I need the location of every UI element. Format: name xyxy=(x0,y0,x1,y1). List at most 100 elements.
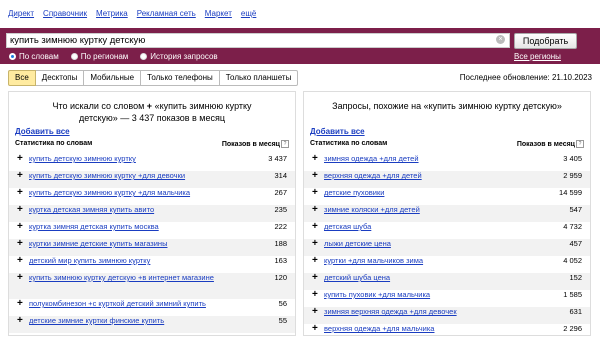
phrase-link[interactable]: детские зимние куртки финские купить xyxy=(29,316,255,325)
tab-phones-only[interactable]: Только телефоны xyxy=(141,70,220,86)
clear-icon[interactable]: × xyxy=(496,35,505,44)
add-phrase-icon[interactable]: + xyxy=(17,171,23,181)
phrase-link[interactable]: купить детскую зимнюю куртку +для мальчи… xyxy=(29,188,255,197)
nav-reference[interactable]: Справочник xyxy=(43,9,87,18)
phrase-link[interactable]: полукомбинезон +с курткой детский зимний… xyxy=(29,299,255,308)
add-phrase-icon[interactable]: + xyxy=(312,256,318,266)
device-tabs: Все Десктопы Мобильные Только телефоны Т… xyxy=(8,70,299,86)
phrase-link[interactable]: куртки +для мальчиков зима xyxy=(324,256,423,265)
impressions-count: 457 xyxy=(569,239,582,248)
table-row: + куртки зимние детские купить магазины 18… xyxy=(9,239,295,256)
phrase-link[interactable]: зимние коляски +для детей xyxy=(324,205,420,214)
impressions-count: 152 xyxy=(569,273,582,282)
impressions-count: 188 xyxy=(274,239,287,248)
add-all-link[interactable]: Добавить все xyxy=(310,127,365,136)
table-header: Статистика по словам Показов в месяц? xyxy=(15,140,289,148)
add-phrase-icon[interactable]: + xyxy=(312,290,318,300)
add-phrase-icon[interactable]: + xyxy=(312,307,318,317)
add-phrase-icon[interactable]: + xyxy=(17,273,23,283)
tab-all[interactable]: Все xyxy=(8,70,36,86)
tab-desktops[interactable]: Десктопы xyxy=(35,70,85,86)
add-phrase-icon[interactable]: + xyxy=(17,256,23,266)
pick-button[interactable]: Подобрать xyxy=(514,33,577,49)
mode-label: По регионам xyxy=(80,52,129,61)
mode-by-words[interactable]: По словам xyxy=(9,52,59,61)
col-count: Показов в месяц? xyxy=(517,140,584,148)
impressions-count: 55 xyxy=(278,316,287,325)
table-row: + куртка зимняя детская купить москва 222 xyxy=(9,222,295,239)
search-mode-group: По словам По регионам История запросов xyxy=(9,52,218,61)
phrase-link[interactable]: детская шуба xyxy=(324,222,371,231)
help-icon[interactable]: ? xyxy=(576,140,584,148)
add-phrase-icon[interactable]: + xyxy=(312,188,318,198)
col-count-label: Показов в месяц xyxy=(516,140,575,148)
top-nav: Директ Справочник Метрика Рекламная сеть… xyxy=(8,9,256,18)
regions-link[interactable]: Все регионы xyxy=(514,52,561,61)
nav-more[interactable]: ещё xyxy=(241,9,256,18)
table-row: + верхняя одежда +для детей 2 959 xyxy=(304,171,590,188)
search-input[interactable]: купить зимнюю куртку детскую × xyxy=(6,33,510,48)
add-phrase-icon[interactable]: + xyxy=(312,273,318,283)
impressions-count: 120 xyxy=(274,273,287,282)
nav-ad-network[interactable]: Рекламная сеть xyxy=(137,9,196,18)
phrase-link[interactable]: купить зимнюю куртку детскую +в интернет… xyxy=(29,273,255,282)
add-phrase-icon[interactable]: + xyxy=(312,239,318,249)
phrase-link[interactable]: зимняя верхняя одежда +для девочек xyxy=(324,307,457,316)
phrase-link[interactable]: купить детскую зимнюю куртку xyxy=(29,154,255,163)
phrase-link[interactable]: купить пуховик +для мальчика xyxy=(324,290,430,299)
table-row: + детские зимние куртки финские купить 55 xyxy=(9,316,295,333)
tab-tablets-only[interactable]: Только планшеты xyxy=(219,70,299,86)
add-phrase-icon[interactable]: + xyxy=(17,299,23,309)
phrase-link[interactable]: куртки зимние детские купить магазины xyxy=(29,239,255,248)
impressions-count: 1 585 xyxy=(563,290,582,299)
impressions-count: 222 xyxy=(274,222,287,231)
add-phrase-icon[interactable]: + xyxy=(17,239,23,249)
table-row: + купить детскую зимнюю куртку +для мальч… xyxy=(9,188,295,205)
add-phrase-icon[interactable]: + xyxy=(17,316,23,326)
phrase-link[interactable]: зимняя одежда +для детей xyxy=(324,154,419,163)
table-row: + зимние коляски +для детей 547 xyxy=(304,205,590,222)
phrase-link[interactable]: куртка детская зимняя купить авито xyxy=(29,205,255,214)
add-phrase-icon[interactable]: + xyxy=(17,188,23,198)
phrase-link[interactable]: детские пуховики xyxy=(324,188,384,197)
help-icon[interactable]: ? xyxy=(281,140,289,148)
phrase-link[interactable]: лыжи детские цена xyxy=(324,239,391,248)
right-panel: Запросы, похожие на «купить зимнюю куртк… xyxy=(303,91,591,336)
impressions-count: 631 xyxy=(569,307,582,316)
col-phrase: Статистика по словам xyxy=(15,140,93,147)
last-updated: Последнее обновление: 21.10.2023 xyxy=(459,73,592,82)
phrase-link[interactable]: детский мир купить зимнюю куртку xyxy=(29,256,255,265)
table-row: + детские пуховики 14 599 xyxy=(304,188,590,205)
nav-metrika[interactable]: Метрика xyxy=(96,9,128,18)
phrase-link[interactable]: верхняя одежда +для детей xyxy=(324,171,422,180)
nav-market[interactable]: Маркет xyxy=(205,9,232,18)
mode-history[interactable]: История запросов xyxy=(140,52,218,61)
impressions-count: 267 xyxy=(274,188,287,197)
impressions-count: 163 xyxy=(274,256,287,265)
add-phrase-icon[interactable]: + xyxy=(17,222,23,232)
radio-icon xyxy=(140,53,148,60)
table-row: + зимняя одежда +для детей 3 405 xyxy=(304,154,590,171)
add-phrase-icon[interactable]: + xyxy=(312,171,318,181)
add-phrase-icon[interactable]: + xyxy=(17,205,23,215)
tab-mobile[interactable]: Мобильные xyxy=(84,70,142,86)
add-phrase-icon[interactable]: + xyxy=(17,154,23,164)
add-all-link[interactable]: Добавить все xyxy=(15,127,70,136)
col-count: Показов в месяц? xyxy=(222,140,289,148)
table-row: + зимняя верхняя одежда +для девочек 631 xyxy=(304,307,590,324)
col-count-label: Показов в месяц xyxy=(221,140,280,148)
left-panel: Что искали со словом + «купить зимнюю ку… xyxy=(8,91,296,336)
phrase-link[interactable]: куртка зимняя детская купить москва xyxy=(29,222,255,231)
mode-by-regions[interactable]: По регионам xyxy=(70,52,129,61)
phrase-link[interactable]: детский шуба цена xyxy=(324,273,390,282)
search-query[interactable]: купить зимнюю куртку детскую xyxy=(10,35,145,46)
add-phrase-icon[interactable]: + xyxy=(312,205,318,215)
nav-direct[interactable]: Директ xyxy=(8,9,34,18)
table-row: + куртка детская зимняя купить авито 235 xyxy=(9,205,295,222)
phrase-link[interactable]: купить детскую зимнюю куртку +для девочк… xyxy=(29,171,255,180)
title-part: детскую» — 3 437 показов в месяц xyxy=(78,113,226,123)
table-row: + полукомбинезон +с курткой детский зимни… xyxy=(9,299,295,316)
impressions-count: 56 xyxy=(278,299,287,308)
add-phrase-icon[interactable]: + xyxy=(312,222,318,232)
add-phrase-icon[interactable]: + xyxy=(312,154,318,164)
